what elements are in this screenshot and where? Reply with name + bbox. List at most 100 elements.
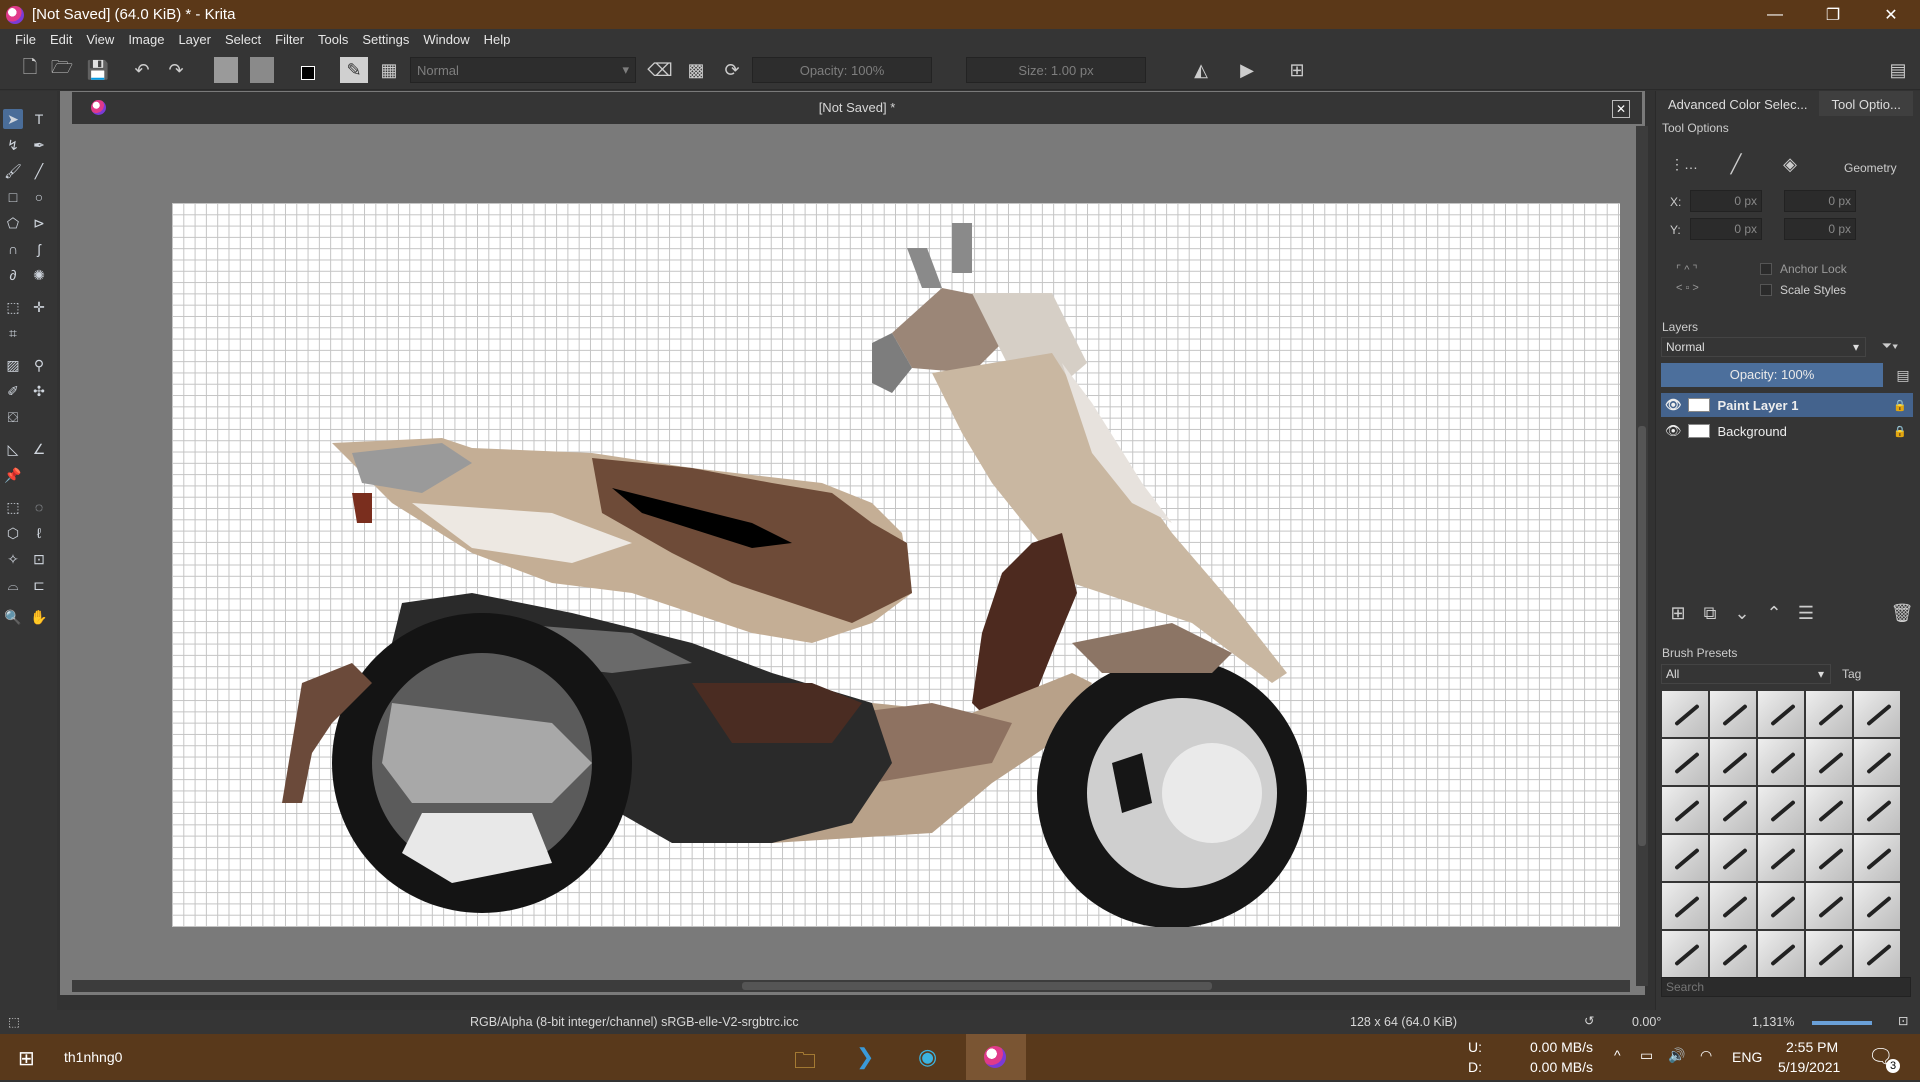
assistant-tool-icon[interactable]: ◺ bbox=[3, 439, 23, 459]
tag-button[interactable]: Tag bbox=[1842, 667, 1861, 681]
fill-gradient-icon[interactable] bbox=[214, 57, 238, 83]
layer-opacity-slider[interactable]: Opacity: 100% bbox=[1661, 363, 1883, 387]
menu-tools[interactable]: Tools bbox=[311, 32, 355, 47]
rect-select-tool-icon[interactable]: ⬚ bbox=[3, 497, 23, 517]
line-icon[interactable]: ╱ bbox=[1722, 151, 1750, 177]
brush-editor-icon[interactable]: ▦ bbox=[376, 57, 402, 83]
brush-preset[interactable] bbox=[1854, 835, 1900, 881]
x2-field[interactable]: 0 px bbox=[1784, 190, 1856, 212]
y1-field[interactable]: 0 px bbox=[1690, 218, 1762, 240]
windows-start-icon[interactable]: ⊞ bbox=[18, 1046, 35, 1071]
zoom-slider[interactable] bbox=[1812, 1021, 1872, 1025]
line-tool-icon[interactable]: ╱ bbox=[29, 161, 49, 181]
minimize-button[interactable]: — bbox=[1746, 0, 1804, 29]
fill-icon[interactable]: ◈ bbox=[1776, 151, 1804, 177]
brush-preset[interactable] bbox=[1806, 835, 1852, 881]
brush-preset[interactable] bbox=[1710, 691, 1756, 737]
select-shapes-tool-icon[interactable]: ➤ bbox=[3, 109, 23, 129]
close-document-button[interactable]: ✕ bbox=[1612, 100, 1630, 118]
menu-select[interactable]: Select bbox=[218, 32, 268, 47]
mirror-vertical-icon[interactable]: ▶ bbox=[1234, 57, 1260, 83]
transform-tool-icon[interactable]: ⬚ bbox=[3, 297, 23, 317]
menu-image[interactable]: Image bbox=[121, 32, 171, 47]
undo-icon[interactable]: ↶ bbox=[130, 57, 154, 83]
brush-preset[interactable] bbox=[1710, 835, 1756, 881]
brush-preset[interactable] bbox=[1758, 739, 1804, 785]
scrollbar-thumb[interactable] bbox=[1638, 426, 1646, 846]
colorize-mask-tool-icon[interactable]: ✣ bbox=[29, 381, 49, 401]
wrap-around-icon[interactable]: ⊞ bbox=[1284, 57, 1310, 83]
edit-shapes-tool-icon[interactable]: ↯ bbox=[3, 135, 23, 155]
document-tab[interactable]: [Not Saved] * bbox=[72, 92, 1642, 124]
reload-preset-icon[interactable]: ⟳ bbox=[720, 57, 744, 83]
zoom-tool-icon[interactable]: 🔍 bbox=[3, 607, 23, 627]
preserve-alpha-icon[interactable]: ▩ bbox=[684, 57, 708, 83]
edge-icon[interactable]: ◉ bbox=[918, 1044, 937, 1070]
scrollbar-thumb[interactable] bbox=[742, 982, 1212, 990]
layer-row-background[interactable]: 👁 Background 🔒 bbox=[1661, 419, 1913, 443]
tab-advanced-color-selector[interactable]: Advanced Color Selec... bbox=[1656, 91, 1819, 116]
workspace-icon[interactable]: ▤ bbox=[1886, 57, 1910, 83]
anchor-grid-icon[interactable]: ⌜ ^ ⌝ < ▫ > bbox=[1676, 261, 1730, 301]
move-tool-icon[interactable]: ✛ bbox=[29, 297, 49, 317]
filter-icon[interactable]: ⏷▾ bbox=[1874, 336, 1906, 356]
pan-tool-icon[interactable]: ✋ bbox=[29, 607, 49, 627]
menu-layer[interactable]: Layer bbox=[171, 32, 218, 47]
vertical-scrollbar[interactable] bbox=[1636, 126, 1648, 986]
menu-file[interactable]: File bbox=[8, 32, 43, 47]
magnetic-select-tool-icon[interactable]: ⊏ bbox=[29, 575, 49, 595]
smart-patch-tool-icon[interactable]: ✐ bbox=[3, 381, 23, 401]
move-layer-down-icon[interactable]: ⌄ bbox=[1730, 603, 1754, 623]
y2-field[interactable]: 0 px bbox=[1784, 218, 1856, 240]
freehand-path-tool-icon[interactable]: ʃ bbox=[29, 239, 49, 259]
scale-styles-checkbox[interactable] bbox=[1760, 284, 1772, 296]
brush-preset[interactable] bbox=[1854, 883, 1900, 929]
eye-icon[interactable]: 👁 bbox=[1665, 397, 1682, 413]
maximize-button[interactable]: ❐ bbox=[1804, 0, 1862, 29]
reference-images-tool-icon[interactable]: 📌 bbox=[3, 465, 23, 485]
brush-preset[interactable] bbox=[1710, 739, 1756, 785]
mirror-horizontal-icon[interactable]: ◭ bbox=[1188, 57, 1214, 83]
dynamic-brush-tool-icon[interactable]: ∂ bbox=[3, 265, 23, 285]
freehand-brush-tool-icon[interactable]: 🖌 bbox=[3, 161, 23, 181]
polygon-tool-icon[interactable]: ⬠ bbox=[3, 213, 23, 233]
crop-tool-icon[interactable]: ⌗ bbox=[3, 323, 23, 343]
menu-edit[interactable]: Edit bbox=[43, 32, 79, 47]
brush-preset[interactable] bbox=[1662, 883, 1708, 929]
layer-settings-icon[interactable]: ☰ bbox=[1794, 603, 1818, 623]
brush-preset[interactable] bbox=[1758, 691, 1804, 737]
brush-preset[interactable] bbox=[1758, 883, 1804, 929]
layer-blend-mode-select[interactable]: Normal ▾ bbox=[1661, 337, 1866, 357]
brush-preset-icon[interactable]: ✎ bbox=[340, 57, 368, 83]
similar-select-tool-icon[interactable]: ⊡ bbox=[29, 549, 49, 569]
clock-date[interactable]: 5/19/2021 bbox=[1778, 1059, 1840, 1075]
x1-field[interactable]: 0 px bbox=[1690, 190, 1762, 212]
drawing-canvas[interactable] bbox=[172, 203, 1620, 927]
brush-preset[interactable] bbox=[1854, 739, 1900, 785]
polygon-select-tool-icon[interactable]: ⬡ bbox=[3, 523, 23, 543]
lock-icon[interactable]: 🔒 bbox=[1893, 425, 1907, 438]
open-document-icon[interactable]: 🗁 bbox=[50, 57, 74, 83]
lock-icon[interactable]: 🔒 bbox=[1893, 399, 1907, 412]
close-window-button[interactable]: ✕ bbox=[1862, 0, 1920, 29]
brush-filter-select[interactable]: All ▾ bbox=[1661, 664, 1831, 684]
bezier-tool-icon[interactable]: ∩ bbox=[3, 239, 23, 259]
layer-row-paint-layer-1[interactable]: 👁 Paint Layer 1 🔒 bbox=[1661, 393, 1913, 417]
brush-preset[interactable] bbox=[1758, 931, 1804, 977]
add-layer-icon[interactable]: ⊞ bbox=[1666, 603, 1690, 623]
dotted-line-icon[interactable]: ⋮… bbox=[1670, 151, 1698, 177]
krita-taskbar-button[interactable] bbox=[966, 1034, 1026, 1080]
rectangle-tool-icon[interactable]: □ bbox=[3, 187, 23, 207]
contiguous-select-tool-icon[interactable]: ✧ bbox=[3, 549, 23, 569]
color-picker-tool-icon[interactable]: ⚲ bbox=[29, 355, 49, 375]
redo-icon[interactable]: ↷ bbox=[164, 57, 188, 83]
menu-settings[interactable]: Settings bbox=[355, 32, 416, 47]
polyline-tool-icon[interactable]: ⊳ bbox=[29, 213, 49, 233]
bezier-select-tool-icon[interactable]: ⌓ bbox=[3, 575, 23, 595]
duplicate-layer-icon[interactable]: ⧉ bbox=[1698, 603, 1722, 623]
text-tool-icon[interactable]: T bbox=[29, 109, 49, 129]
battery-icon[interactable]: ▭ bbox=[1640, 1047, 1653, 1064]
chevron-up-icon[interactable]: ^ bbox=[1614, 1047, 1621, 1063]
brush-preset[interactable] bbox=[1662, 931, 1708, 977]
fg-bg-color-icon[interactable] bbox=[294, 57, 322, 83]
